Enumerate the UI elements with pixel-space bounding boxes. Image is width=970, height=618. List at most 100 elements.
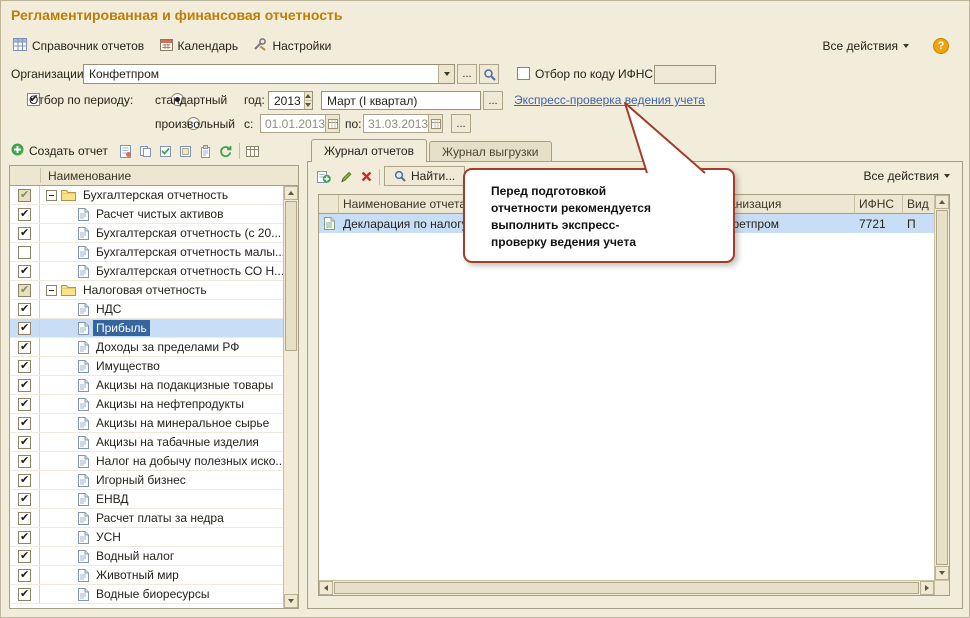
tree-row-checkbox[interactable] (18, 511, 31, 525)
tree-row[interactable]: Расчет платы за недра (10, 509, 283, 528)
scroll-thumb[interactable] (936, 210, 948, 565)
tree-row-checkbox[interactable] (18, 435, 31, 449)
tree-row[interactable]: Налоговая отчетность (10, 281, 283, 300)
journal-all-actions-button[interactable]: Все действия (864, 169, 950, 183)
delete-report-button[interactable] (356, 166, 376, 186)
tree-row[interactable]: Акцизы на табачные изделия (10, 433, 283, 452)
tab-upload-journal[interactable]: Журнал выгрузки (429, 141, 552, 161)
tree-row-checkbox[interactable] (18, 587, 31, 601)
tree-row-checkbox[interactable] (18, 321, 31, 335)
spin-up-icon[interactable] (304, 92, 312, 101)
tree-row-checkbox[interactable] (18, 188, 31, 202)
scroll-thumb[interactable] (285, 201, 297, 351)
tree-row[interactable]: Игорный бизнес (10, 471, 283, 490)
tree-row-checkbox[interactable] (18, 530, 31, 544)
scroll-up-button[interactable] (284, 186, 298, 200)
tree-row-checkbox[interactable] (18, 226, 31, 240)
spin-down-icon[interactable] (304, 101, 312, 109)
scroll-down-button[interactable] (284, 594, 298, 608)
tree-row[interactable]: Расчет чистых активов (10, 205, 283, 224)
tree-row[interactable]: Налог на добычу полезных иско... (10, 452, 283, 471)
column-ifns[interactable]: ИФНС (855, 195, 903, 214)
clipboard-button[interactable] (196, 141, 216, 161)
grid-vertical-scrollbar[interactable] (934, 195, 949, 580)
edit-report-button[interactable] (336, 166, 356, 186)
tree-row-checkbox[interactable] (18, 454, 31, 468)
refresh-button[interactable] (216, 141, 236, 161)
add-report-button[interactable] (314, 166, 334, 186)
tree-row-checkbox[interactable] (18, 397, 31, 411)
org-combo-field[interactable]: Конфетпром (83, 64, 455, 84)
tree-row[interactable]: Акцизы на нефтепродукты (10, 395, 283, 414)
tree-row[interactable]: УСН (10, 528, 283, 547)
tree-row-checkbox[interactable] (18, 207, 31, 221)
tree-row-label: Бухгалтерская отчетность (с 20... (96, 226, 282, 240)
form-icon (120, 144, 132, 158)
scroll-right-button[interactable] (920, 581, 934, 595)
tree-row-checkbox[interactable] (18, 340, 31, 354)
tree-row[interactable]: Бухгалтерская отчетность малы... (10, 243, 283, 262)
set-marks-button[interactable] (156, 141, 176, 161)
list-settings-button[interactable] (243, 141, 263, 161)
reports-catalog-button[interactable]: Справочник отчетов (7, 35, 150, 57)
ifns-filter-checkbox[interactable] (517, 67, 530, 80)
org-dropdown-button[interactable] (438, 65, 454, 83)
tree-name-cell: ЕНВД (40, 490, 283, 508)
quarter-choose-button[interactable]: ... (483, 91, 503, 110)
tree-row-checkbox[interactable] (18, 549, 31, 563)
help-button[interactable]: ? (933, 38, 949, 54)
tree-row-checkbox[interactable] (18, 245, 31, 259)
grid-horizontal-scrollbar[interactable] (319, 580, 934, 595)
copy-button[interactable] (136, 141, 156, 161)
year-spin-buttons[interactable] (303, 92, 312, 109)
tree-row-checkbox[interactable] (18, 416, 31, 430)
period-choose-button[interactable]: ... (451, 114, 471, 133)
collapse-expander-icon[interactable] (46, 189, 57, 201)
year-value: 2013 (274, 94, 301, 108)
org-choose-button[interactable]: ... (457, 64, 477, 84)
tree-row[interactable]: Акцизы на подакцизные товары (10, 376, 283, 395)
tree-row[interactable]: ЕНВД (10, 490, 283, 509)
tree-row-checkbox[interactable] (18, 264, 31, 278)
top-all-actions-button[interactable]: Все действия (823, 39, 909, 53)
tree-row[interactable]: Доходы за пределами РФ (10, 338, 283, 357)
document-icon (77, 568, 89, 582)
org-open-button[interactable] (479, 64, 499, 84)
clear-marks-button[interactable] (176, 141, 196, 161)
tree-row[interactable]: Имущество (10, 357, 283, 376)
scroll-left-button[interactable] (319, 581, 333, 595)
scroll-down-button[interactable] (935, 566, 949, 580)
column-kind[interactable]: Вид (903, 195, 934, 214)
tree-row[interactable]: Животный мир (10, 566, 283, 585)
tree-header[interactable]: Наименование (10, 166, 298, 186)
tree-row-checkbox[interactable] (18, 378, 31, 392)
tree-row[interactable]: Бухгалтерская отчетность (с 20... (10, 224, 283, 243)
collapse-expander-icon[interactable] (46, 284, 57, 296)
column-icon[interactable] (319, 195, 339, 214)
tree-row-checkbox[interactable] (18, 283, 31, 297)
tree-row[interactable]: Акцизы на минеральное сырье (10, 414, 283, 433)
tree-vertical-scrollbar[interactable] (283, 186, 298, 608)
tree-row-label: Акцизы на табачные изделия (96, 435, 259, 449)
scroll-up-button[interactable] (935, 195, 949, 209)
tree-row[interactable]: Водный налог (10, 547, 283, 566)
report-form-button[interactable] (116, 141, 136, 161)
tree-row-checkbox[interactable] (18, 359, 31, 373)
scroll-thumb[interactable] (334, 582, 919, 594)
settings-button[interactable]: Настройки (247, 35, 337, 57)
tree-row[interactable]: Бухгалтерская отчетность СО Н... (10, 262, 283, 281)
quarter-field[interactable]: Март (I квартал) (321, 91, 481, 110)
tree-row[interactable]: Водные биоресурсы (10, 585, 283, 604)
tab-report-journal[interactable]: Журнал отчетов (311, 139, 427, 162)
find-button[interactable]: Найти... (384, 166, 466, 186)
calendar-button[interactable]: Календарь (154, 35, 245, 57)
tree-row-checkbox[interactable] (18, 568, 31, 582)
tree-row-checkbox[interactable] (18, 302, 31, 316)
tree-row[interactable]: Прибыль (10, 319, 283, 338)
tree-row-checkbox[interactable] (18, 473, 31, 487)
tree-row[interactable]: НДС (10, 300, 283, 319)
tree-row[interactable]: Бухгалтерская отчетность (10, 186, 283, 205)
create-report-button[interactable]: Создать отчет (9, 140, 114, 162)
tree-row-checkbox[interactable] (18, 492, 31, 506)
year-spinner[interactable]: 2013 (268, 91, 313, 110)
